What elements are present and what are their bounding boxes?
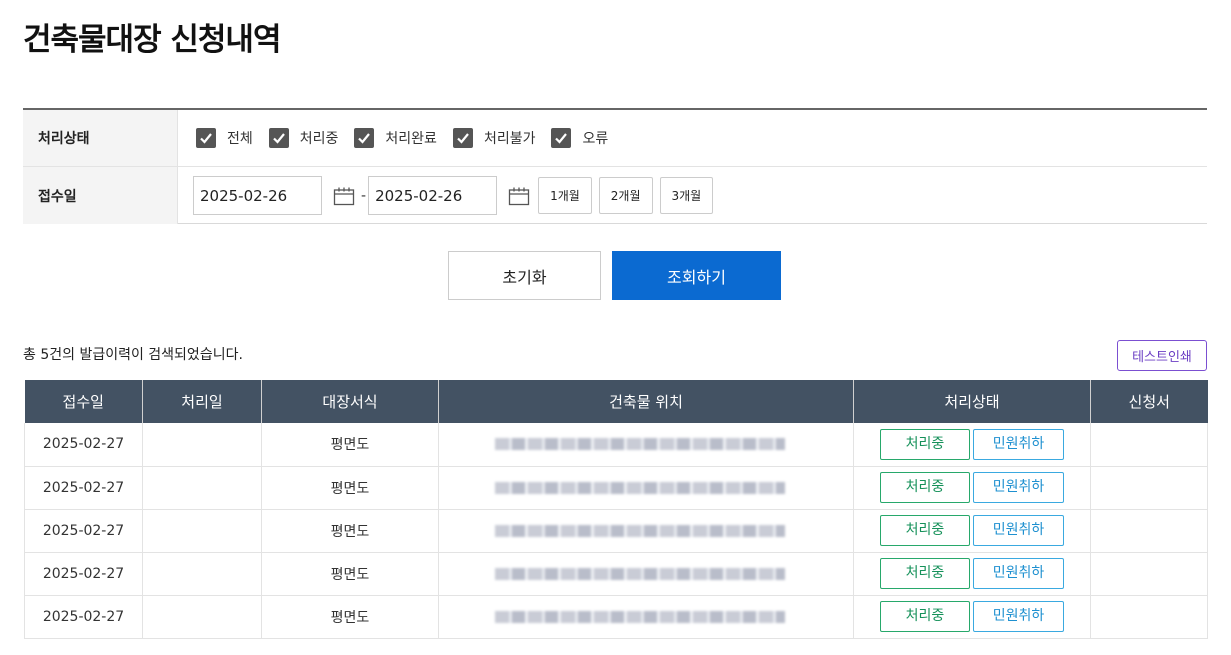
checkbox-label: 처리중 <box>299 131 339 147</box>
date-filter-row: 접수일 2025-02-26 - 2025-02-26 1개월 2개월 3개월 <box>23 167 1207 224</box>
test-print-button[interactable]: 테스트인쇄 <box>1117 340 1207 371</box>
column-header: 처리일 <box>142 380 262 423</box>
date-to-input[interactable]: 2025-02-26 <box>368 176 498 215</box>
checkbox-rejected[interactable]: 처리불가 <box>452 128 536 148</box>
search-button[interactable]: 조회하기 <box>612 251 781 300</box>
check-icon <box>196 128 216 148</box>
checkbox-label: 전체 <box>227 131 253 147</box>
received-date-cell: 2025-02-27 <box>24 595 143 639</box>
application-history-table: 접수일 처리일 대장서식 건축물 위치 처리상태 신청서 2025-02-27 … <box>24 380 1208 639</box>
processed-date-cell <box>142 466 262 510</box>
table-row: 2025-02-27 평면도 처리중 민원취하 <box>24 509 1208 553</box>
date-range-group: 2025-02-26 - 2025-02-26 1개월 2개월 3개월 <box>178 167 1207 224</box>
received-date-cell: 2025-02-27 <box>24 509 143 553</box>
date-filter-label: 접수일 <box>23 167 178 224</box>
status-checkbox-group: 전체 처리중 처리완료 처리불가 오류 <box>178 110 1207 166</box>
status-filter-row: 처리상태 전체 처리중 처리완료 처리불가 오류 <box>23 110 1207 167</box>
status-processing-button[interactable]: 처리중 <box>880 515 970 546</box>
status-processing-button[interactable]: 처리중 <box>880 472 970 503</box>
building-location-cell <box>438 509 854 553</box>
building-location-cell <box>438 595 854 639</box>
building-location-cell <box>438 466 854 510</box>
reset-button[interactable]: 초기화 <box>448 251 601 300</box>
form-type-cell: 평면도 <box>261 423 439 467</box>
date-from-input[interactable]: 2025-02-26 <box>193 176 322 215</box>
application-form-cell <box>1090 466 1208 510</box>
table-row: 2025-02-27 평면도 처리중 민원취하 <box>24 552 1208 596</box>
table-header-row: 접수일 처리일 대장서식 건축물 위치 처리상태 신청서 <box>24 380 1208 423</box>
checkbox-completed[interactable]: 처리완료 <box>354 128 437 148</box>
checkbox-label: 처리완료 <box>385 131 437 147</box>
processed-date-cell <box>142 552 262 596</box>
application-form-cell <box>1090 509 1208 553</box>
checkbox-all[interactable]: 전체 <box>196 128 253 148</box>
status-cell: 처리중 민원취하 <box>853 552 1091 596</box>
received-date-cell: 2025-02-27 <box>24 552 143 596</box>
form-type-cell: 평면도 <box>261 552 439 596</box>
column-header: 접수일 <box>24 380 143 423</box>
cancel-request-button[interactable]: 민원취하 <box>973 428 1064 460</box>
period-2month-button[interactable]: 2개월 <box>598 177 653 214</box>
building-location-cell <box>438 552 854 596</box>
cancel-request-button[interactable]: 민원취하 <box>973 515 1064 546</box>
check-icon <box>551 128 572 148</box>
checkbox-processing[interactable]: 처리중 <box>268 128 339 148</box>
redacted-address <box>495 438 785 451</box>
cancel-request-button[interactable]: 민원취하 <box>973 472 1064 503</box>
table-row: 2025-02-27 평면도 처리중 민원취하 <box>24 423 1208 467</box>
status-processing-button[interactable]: 처리중 <box>880 601 970 632</box>
received-date-cell: 2025-02-27 <box>24 423 143 467</box>
status-cell: 처리중 민원취하 <box>853 595 1091 639</box>
page-title: 건축물대장 신청내역 <box>23 22 281 58</box>
calendar-icon[interactable] <box>508 186 530 206</box>
status-filter-label: 처리상태 <box>23 110 178 166</box>
checkbox-error[interactable]: 오류 <box>551 128 608 148</box>
form-type-cell: 평면도 <box>261 466 439 510</box>
status-cell: 처리중 민원취하 <box>853 423 1091 467</box>
checkbox-label: 처리불가 <box>483 131 536 147</box>
period-3month-button[interactable]: 3개월 <box>659 177 714 214</box>
form-type-cell: 평면도 <box>261 509 439 553</box>
check-icon <box>268 128 289 148</box>
date-separator: - <box>361 187 367 204</box>
cancel-request-button[interactable]: 민원취하 <box>973 601 1064 632</box>
table-row: 2025-02-27 평면도 처리중 민원취하 <box>24 466 1208 510</box>
building-location-cell <box>438 423 854 467</box>
column-header: 대장서식 <box>261 380 439 423</box>
redacted-address <box>495 610 785 623</box>
status-processing-button[interactable]: 처리중 <box>880 558 970 589</box>
status-processing-button[interactable]: 처리중 <box>880 428 970 460</box>
cancel-request-button[interactable]: 민원취하 <box>973 558 1064 589</box>
redacted-address <box>495 567 785 580</box>
table-row: 2025-02-27 평면도 처리중 민원취하 <box>24 595 1208 639</box>
processed-date-cell <box>142 509 262 553</box>
form-type-cell: 평면도 <box>261 595 439 639</box>
calendar-icon[interactable] <box>333 186 355 206</box>
application-form-cell <box>1090 595 1208 639</box>
column-header: 건축물 위치 <box>438 380 854 423</box>
result-summary: 총 5건의 발급이력이 검색되었습니다. <box>23 347 243 363</box>
received-date-cell: 2025-02-27 <box>24 466 143 510</box>
processed-date-cell <box>142 423 262 467</box>
checkbox-label: 오류 <box>582 131 609 147</box>
period-1month-button[interactable]: 1개월 <box>538 177 592 214</box>
redacted-address <box>495 524 785 537</box>
redacted-address <box>495 481 785 494</box>
search-filter-panel: 처리상태 전체 처리중 처리완료 처리불가 오류 접수일 2025-02-26 … <box>23 108 1207 224</box>
check-icon <box>354 128 375 148</box>
column-header: 처리상태 <box>853 380 1091 423</box>
status-cell: 처리중 민원취하 <box>853 509 1091 553</box>
status-cell: 처리중 민원취하 <box>853 466 1091 510</box>
application-form-cell <box>1090 423 1208 467</box>
check-icon <box>452 128 473 148</box>
application-form-cell <box>1090 552 1208 596</box>
column-header: 신청서 <box>1090 380 1208 423</box>
processed-date-cell <box>142 595 262 639</box>
